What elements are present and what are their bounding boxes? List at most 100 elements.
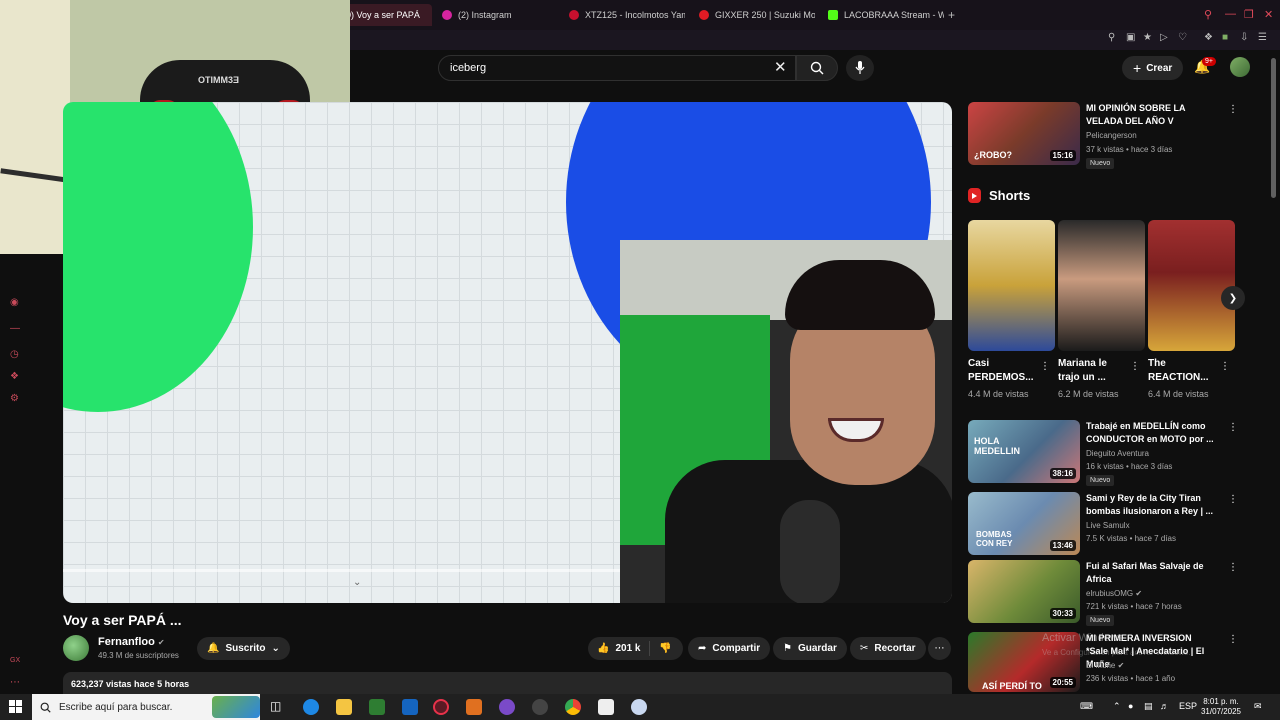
heart-icon[interactable]: ♡ (1178, 32, 1187, 43)
rec-thumbnail-1[interactable]: HOLA MEDELLIN 38:16 (968, 420, 1080, 483)
rec-channel-3[interactable]: elrubiusOMG (1086, 589, 1133, 598)
description-box[interactable]: 623,237 vistas hace 5 horas (63, 672, 952, 694)
app-icon-purple[interactable] (499, 699, 515, 715)
tab-voy-a-ser-papa[interactable]: 0) Voy a ser PAPÁ (340, 4, 432, 26)
rec-thumbnail-0[interactable]: ¿ROBO? 15:16 (968, 102, 1080, 165)
tab-gixxer[interactable]: GIXXER 250 | Suzuki Mot (693, 4, 815, 26)
short-title-1[interactable]: Mariana le trajo un ... (1058, 357, 1128, 385)
mic-tray-icon[interactable]: ● (1128, 701, 1133, 711)
short-title-2[interactable]: The REACTION... (1148, 357, 1218, 385)
rec-more-icon-0[interactable]: ⋮ (1228, 104, 1238, 115)
app-icon-light[interactable] (631, 699, 647, 715)
voice-search-button[interactable] (846, 55, 874, 81)
like-button[interactable]: 👍 201 k (588, 641, 650, 656)
search-tabs-icon[interactable]: ⚲ (1204, 8, 1212, 21)
capcut-icon[interactable] (598, 699, 614, 715)
rec-more-icon-4[interactable]: ⋮ (1228, 634, 1238, 645)
channel-name[interactable]: Fernanfloo (98, 636, 155, 648)
maximize-icon[interactable]: ❐ (1244, 8, 1254, 21)
subscribed-button[interactable]: 🔔 Suscrito ⌄ (197, 637, 290, 660)
short-more-icon-1[interactable]: ⋮ (1130, 361, 1140, 372)
short-thumbnail-2[interactable] (1148, 220, 1235, 351)
taskbar-search-input[interactable]: Escribe aquí para buscar. (32, 694, 260, 720)
profile-icon[interactable]: ■ (1222, 32, 1228, 43)
clip-button[interactable]: ✂ Recortar (850, 637, 926, 660)
explore-icon[interactable]: ◉ (10, 297, 19, 308)
short-more-icon-2[interactable]: ⋮ (1220, 361, 1230, 372)
search-input[interactable]: iceberg (438, 55, 796, 81)
download-icon[interactable]: ⇩ (1240, 32, 1248, 43)
more-actions-button[interactable]: ⋯ (928, 637, 951, 660)
extensions-icon[interactable]: ❖ (1204, 32, 1213, 43)
rec-channel-1[interactable]: Dieguito Aventura (1086, 449, 1149, 458)
app-icon-orange[interactable] (466, 699, 482, 715)
new-tab-button[interactable]: + (948, 8, 955, 22)
tab-lacobraaa[interactable]: LACOBRAAA Stream - Wa (822, 4, 944, 26)
rec-channel-2[interactable]: Live Samulx (1086, 521, 1130, 530)
language-indicator[interactable]: ESP (1179, 701, 1197, 711)
windows-start-icon[interactable] (9, 700, 22, 713)
notification-center-icon[interactable]: ✉ (1254, 701, 1262, 712)
short-thumbnail-0[interactable] (968, 220, 1055, 351)
rec-channel-3-row[interactable]: elrubiusOMG ✔ (1086, 589, 1142, 598)
progress-bar[interactable] (63, 569, 620, 572)
history-icon[interactable]: ◷ (10, 349, 19, 360)
pin-icon[interactable]: ⚲ (1108, 32, 1115, 43)
rec-title-1[interactable]: Trabajé en MEDELLÍN como CONDUCTOR en MO… (1086, 420, 1214, 446)
short-title-0[interactable]: Casi PERDEMOS... (968, 357, 1038, 385)
chevron-down-icon[interactable]: ⌄ (353, 577, 361, 588)
account-avatar[interactable] (1230, 57, 1250, 77)
clear-search-icon[interactable]: ✕ (774, 58, 787, 76)
create-button[interactable]: + Crear (1122, 56, 1184, 80)
app-icon-gray[interactable] (532, 699, 548, 715)
rec-channel-0[interactable]: Pelicangerson (1086, 131, 1137, 140)
file-explorer-icon[interactable] (336, 699, 352, 715)
keyboard-icon[interactable]: ⌨ (1080, 701, 1093, 712)
video-title: Voy a ser PAPÁ ... (63, 612, 182, 628)
volume-icon[interactable]: ♬ (1160, 701, 1169, 711)
page-scrollbar[interactable] (1271, 58, 1276, 198)
chrome-icon[interactable] (565, 699, 581, 715)
system-clock[interactable]: 8:01 p. m. 31/07/2025 (1198, 697, 1244, 717)
rec-title-2[interactable]: Sami y Rey de la City Tiran bombas ilusi… (1086, 492, 1214, 518)
rec-duration-3: 30:33 (1049, 608, 1076, 619)
search-button[interactable] (796, 55, 838, 81)
shorts-next-button[interactable]: ❯ (1221, 286, 1245, 310)
task-view-icon[interactable]: ◫ (270, 699, 286, 715)
rec-thumbnail-2[interactable]: BOMBAS CON REY 13:46 (968, 492, 1080, 555)
rec-more-icon-3[interactable]: ⋮ (1228, 562, 1238, 573)
video-player[interactable]: ⌄ (63, 102, 952, 603)
minimize-icon[interactable]: — (1225, 8, 1236, 20)
store-icon[interactable] (369, 699, 385, 715)
rec-title-3[interactable]: Fui al Safari Mas Salvaje de Africa (1086, 560, 1214, 586)
rec-title-0[interactable]: MI OPINIÓN SOBRE LA VELADA DEL AÑO V (1086, 102, 1214, 128)
tray-chevron-up-icon[interactable]: ⌃ (1113, 701, 1121, 712)
dislike-button[interactable]: 👎 (650, 643, 671, 654)
network-icon[interactable]: ▤ (1144, 701, 1153, 712)
play-icon[interactable]: ▷ (1160, 32, 1168, 43)
screenshot-icon[interactable]: ▣ (1126, 32, 1135, 43)
more-icon[interactable]: ⋯ (10, 677, 20, 688)
save-button[interactable]: ⚑ Guardar (773, 637, 847, 660)
tab-xtz125[interactable]: XTZ125 - Incolmotos Yam (563, 4, 685, 26)
rec-channel-4-row[interactable]: El Muñe ✔ (1086, 661, 1124, 670)
rec-thumbnail-text-1: HOLA MEDELLIN (974, 436, 1020, 456)
close-icon[interactable]: ✕ (1264, 8, 1273, 21)
shield-icon[interactable]: ★ (1143, 32, 1152, 43)
rec-more-icon-1[interactable]: ⋮ (1228, 422, 1238, 433)
settings-gear-icon[interactable]: ⚙ (10, 393, 19, 404)
outlook-icon[interactable] (402, 699, 418, 715)
rec-channel-4[interactable]: El Muñe (1086, 661, 1115, 670)
channel-avatar[interactable] (63, 635, 89, 661)
short-more-icon-0[interactable]: ⋮ (1040, 361, 1050, 372)
channel-name-row[interactable]: Fernanfloo ✔ (98, 636, 165, 648)
share-button[interactable]: ➦ Compartir (688, 637, 771, 660)
rec-thumbnail-3[interactable]: 30:33 (968, 560, 1080, 623)
menu-icon[interactable]: ☰ (1258, 32, 1267, 43)
playlist-icon[interactable]: ❖ (10, 371, 19, 382)
tab-instagram[interactable]: (2) Instagram (436, 4, 554, 26)
opera-gx-icon[interactable] (433, 699, 449, 715)
short-thumbnail-1[interactable] (1058, 220, 1145, 351)
edge-icon[interactable] (303, 699, 319, 715)
rec-more-icon-2[interactable]: ⋮ (1228, 494, 1238, 505)
